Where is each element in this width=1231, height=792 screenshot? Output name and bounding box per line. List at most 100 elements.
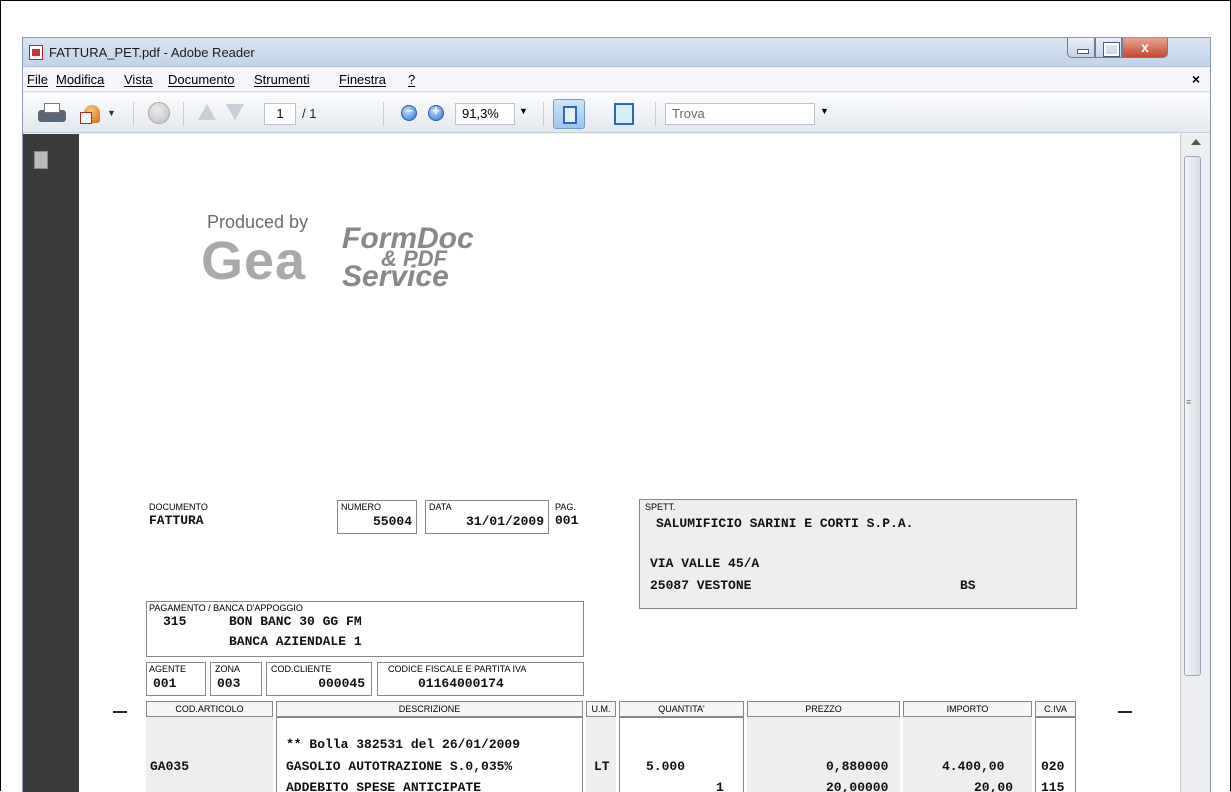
codcliente-value: 000045 bbox=[318, 676, 365, 691]
agente-box: AGENTE 001 bbox=[146, 662, 206, 696]
menu-help[interactable]: ? bbox=[408, 72, 415, 87]
row1-iva: 020 bbox=[1041, 759, 1065, 774]
row2-importo: 20,00 bbox=[974, 780, 1014, 792]
vertical-scrollbar[interactable]: ≡ bbox=[1180, 134, 1210, 792]
collaborate-dropdown-icon[interactable]: ▼ bbox=[107, 108, 116, 118]
logo-gea: Gea bbox=[201, 231, 307, 291]
globe-icon[interactable] bbox=[148, 102, 170, 124]
row1-cod: GA035 bbox=[150, 759, 190, 774]
data-value: 31/01/2009 bbox=[465, 514, 544, 529]
codice-fiscale-label: CODICE FISCALE E PARTITA IVA bbox=[388, 664, 527, 674]
row1-importo: 4.400,00 bbox=[942, 759, 1005, 774]
maximize-button[interactable] bbox=[1095, 38, 1122, 58]
screenshot-frame: FATTURA_PET.pdf - Adobe Reader x File Mo… bbox=[0, 0, 1231, 792]
numero-label: NUMERO bbox=[341, 502, 381, 512]
spett-name: SALUMIFICIO SARINI E CORTI S.P.A. bbox=[656, 516, 914, 531]
col-header-civa: C.IVA bbox=[1035, 701, 1076, 717]
col-header-descrizione: DESCRIZIONE bbox=[276, 701, 583, 717]
table-note: ** Bolla 382531 del 26/01/2009 bbox=[286, 737, 521, 752]
previous-page-icon[interactable] bbox=[198, 104, 216, 120]
pdf-app-icon bbox=[29, 45, 43, 60]
pages-panel-icon[interactable] bbox=[31, 148, 48, 169]
row2-iva: 115 bbox=[1041, 780, 1065, 792]
find-dropdown-icon[interactable]: ▼ bbox=[820, 106, 829, 116]
col-header-quantita: QUANTITA' bbox=[619, 701, 744, 717]
window-title: FATTURA_PET.pdf - Adobe Reader bbox=[49, 45, 255, 60]
spett-address: VIA VALLE 45/A bbox=[650, 556, 760, 571]
logo-service: Service bbox=[342, 260, 449, 293]
pagamento-desc: BON BANC 30 GG FM bbox=[229, 614, 362, 629]
zoom-dropdown-icon[interactable]: ▼ bbox=[519, 106, 528, 116]
col-header-codarticolo: COD.ARTICOLO bbox=[146, 701, 273, 717]
document-area: Produced by Gea FormDoc & PDF Service DO… bbox=[79, 134, 1180, 792]
minimize-button[interactable] bbox=[1067, 38, 1095, 58]
fold-mark-left bbox=[113, 711, 127, 713]
numero-box: NUMERO 55004 bbox=[337, 500, 417, 534]
zoom-level-input[interactable]: 91,3% bbox=[455, 103, 515, 125]
codice-fiscale-value: 01164000174 bbox=[418, 676, 504, 691]
data-label: DATA bbox=[429, 502, 452, 512]
close-button[interactable]: x bbox=[1122, 38, 1168, 58]
numero-value: 55004 bbox=[372, 514, 412, 529]
menu-finestra[interactable]: Finestra bbox=[339, 72, 386, 87]
next-page-icon[interactable] bbox=[226, 104, 244, 120]
pag-value: 001 bbox=[555, 513, 579, 528]
scroll-grip-icon: ≡ bbox=[1186, 397, 1192, 407]
codcliente-label: COD.CLIENTE bbox=[271, 664, 332, 674]
row2-desc: ADDEBITO SPESE ANTICIPATE bbox=[286, 780, 482, 792]
row1-prezzo: 0,880000 bbox=[826, 759, 889, 774]
print-icon[interactable] bbox=[38, 103, 66, 125]
fold-mark-right bbox=[1118, 711, 1132, 713]
menu-modifica[interactable]: Modifica bbox=[56, 72, 104, 87]
close-document-icon[interactable]: × bbox=[1192, 71, 1200, 87]
fit-width-icon[interactable] bbox=[553, 99, 585, 129]
spett-prov: BS bbox=[960, 578, 976, 593]
zona-value: 003 bbox=[217, 676, 241, 691]
codcliente-box: COD.CLIENTE 000045 bbox=[266, 662, 372, 696]
spett-label: SPETT. bbox=[645, 502, 676, 512]
menu-strumenti[interactable]: Strumenti bbox=[254, 72, 310, 87]
col-header-prezzo: PREZZO bbox=[747, 701, 900, 717]
col-header-um: U.M. bbox=[586, 701, 616, 717]
pagamento-box: PAGAMENTO / BANCA D'APPOGGIO 315 BON BAN… bbox=[146, 601, 584, 657]
spett-city: 25087 VESTONE bbox=[650, 578, 752, 593]
row1-qta: 5.000 bbox=[646, 759, 686, 774]
navigation-panel bbox=[23, 134, 79, 792]
row1-desc: GASOLIO AUTOTRAZIONE S.0,035% bbox=[286, 759, 513, 774]
agente-value: 001 bbox=[153, 676, 177, 691]
data-box: DATA 31/01/2009 bbox=[425, 500, 549, 534]
page-total: / 1 bbox=[302, 106, 317, 121]
menu-file[interactable]: File bbox=[27, 72, 48, 87]
destinatario-box: SPETT. SALUMIFICIO SARINI E CORTI S.P.A.… bbox=[639, 499, 1077, 609]
menu-vista[interactable]: Vista bbox=[124, 72, 153, 87]
scroll-up-icon[interactable] bbox=[1191, 139, 1201, 145]
pagamento-label: PAGAMENTO / BANCA D'APPOGGIO bbox=[149, 603, 303, 613]
codice-fiscale-box: CODICE FISCALE E PARTITA IVA 01164000174 bbox=[377, 662, 584, 696]
col-header-importo: IMPORTO bbox=[903, 701, 1032, 717]
close-icon: x bbox=[1141, 39, 1149, 55]
scroll-thumb[interactable] bbox=[1184, 156, 1201, 676]
fit-page-icon[interactable] bbox=[614, 103, 634, 125]
page-number-input[interactable]: 1 bbox=[264, 103, 296, 125]
toolbar: ▼ 1 / 1 − + 91,3% ▼ Trova ▼ bbox=[23, 93, 1210, 133]
zoom-in-icon[interactable]: + bbox=[428, 103, 444, 121]
row2-prezzo: 20,00000 bbox=[826, 780, 889, 792]
pagamento-code: 315 bbox=[163, 614, 187, 629]
menu-documento[interactable]: Documento bbox=[168, 72, 234, 87]
zoom-out-icon[interactable]: − bbox=[401, 103, 417, 121]
find-input[interactable]: Trova bbox=[665, 103, 815, 125]
items-table: COD.ARTICOLO DESCRIZIONE U.M. QUANTITA' … bbox=[146, 701, 1076, 792]
row1-um: LT bbox=[594, 759, 610, 774]
zona-box: ZONA 003 bbox=[210, 662, 262, 696]
pag-label: PAG. bbox=[555, 502, 576, 512]
agente-label: AGENTE bbox=[149, 664, 187, 674]
zona-label: ZONA bbox=[215, 664, 241, 674]
row2-qta: 1 bbox=[716, 780, 724, 792]
pdf-page: Produced by Gea FormDoc & PDF Service DO… bbox=[79, 134, 1180, 792]
collaborate-icon[interactable] bbox=[80, 102, 104, 126]
documento-label: DOCUMENTO bbox=[149, 502, 208, 512]
documento-value: FATTURA bbox=[149, 513, 204, 528]
reader-window: FATTURA_PET.pdf - Adobe Reader x File Mo… bbox=[22, 37, 1211, 792]
title-bar: FATTURA_PET.pdf - Adobe Reader x bbox=[23, 38, 1210, 67]
banca-value: BANCA AZIENDALE 1 bbox=[229, 634, 362, 649]
